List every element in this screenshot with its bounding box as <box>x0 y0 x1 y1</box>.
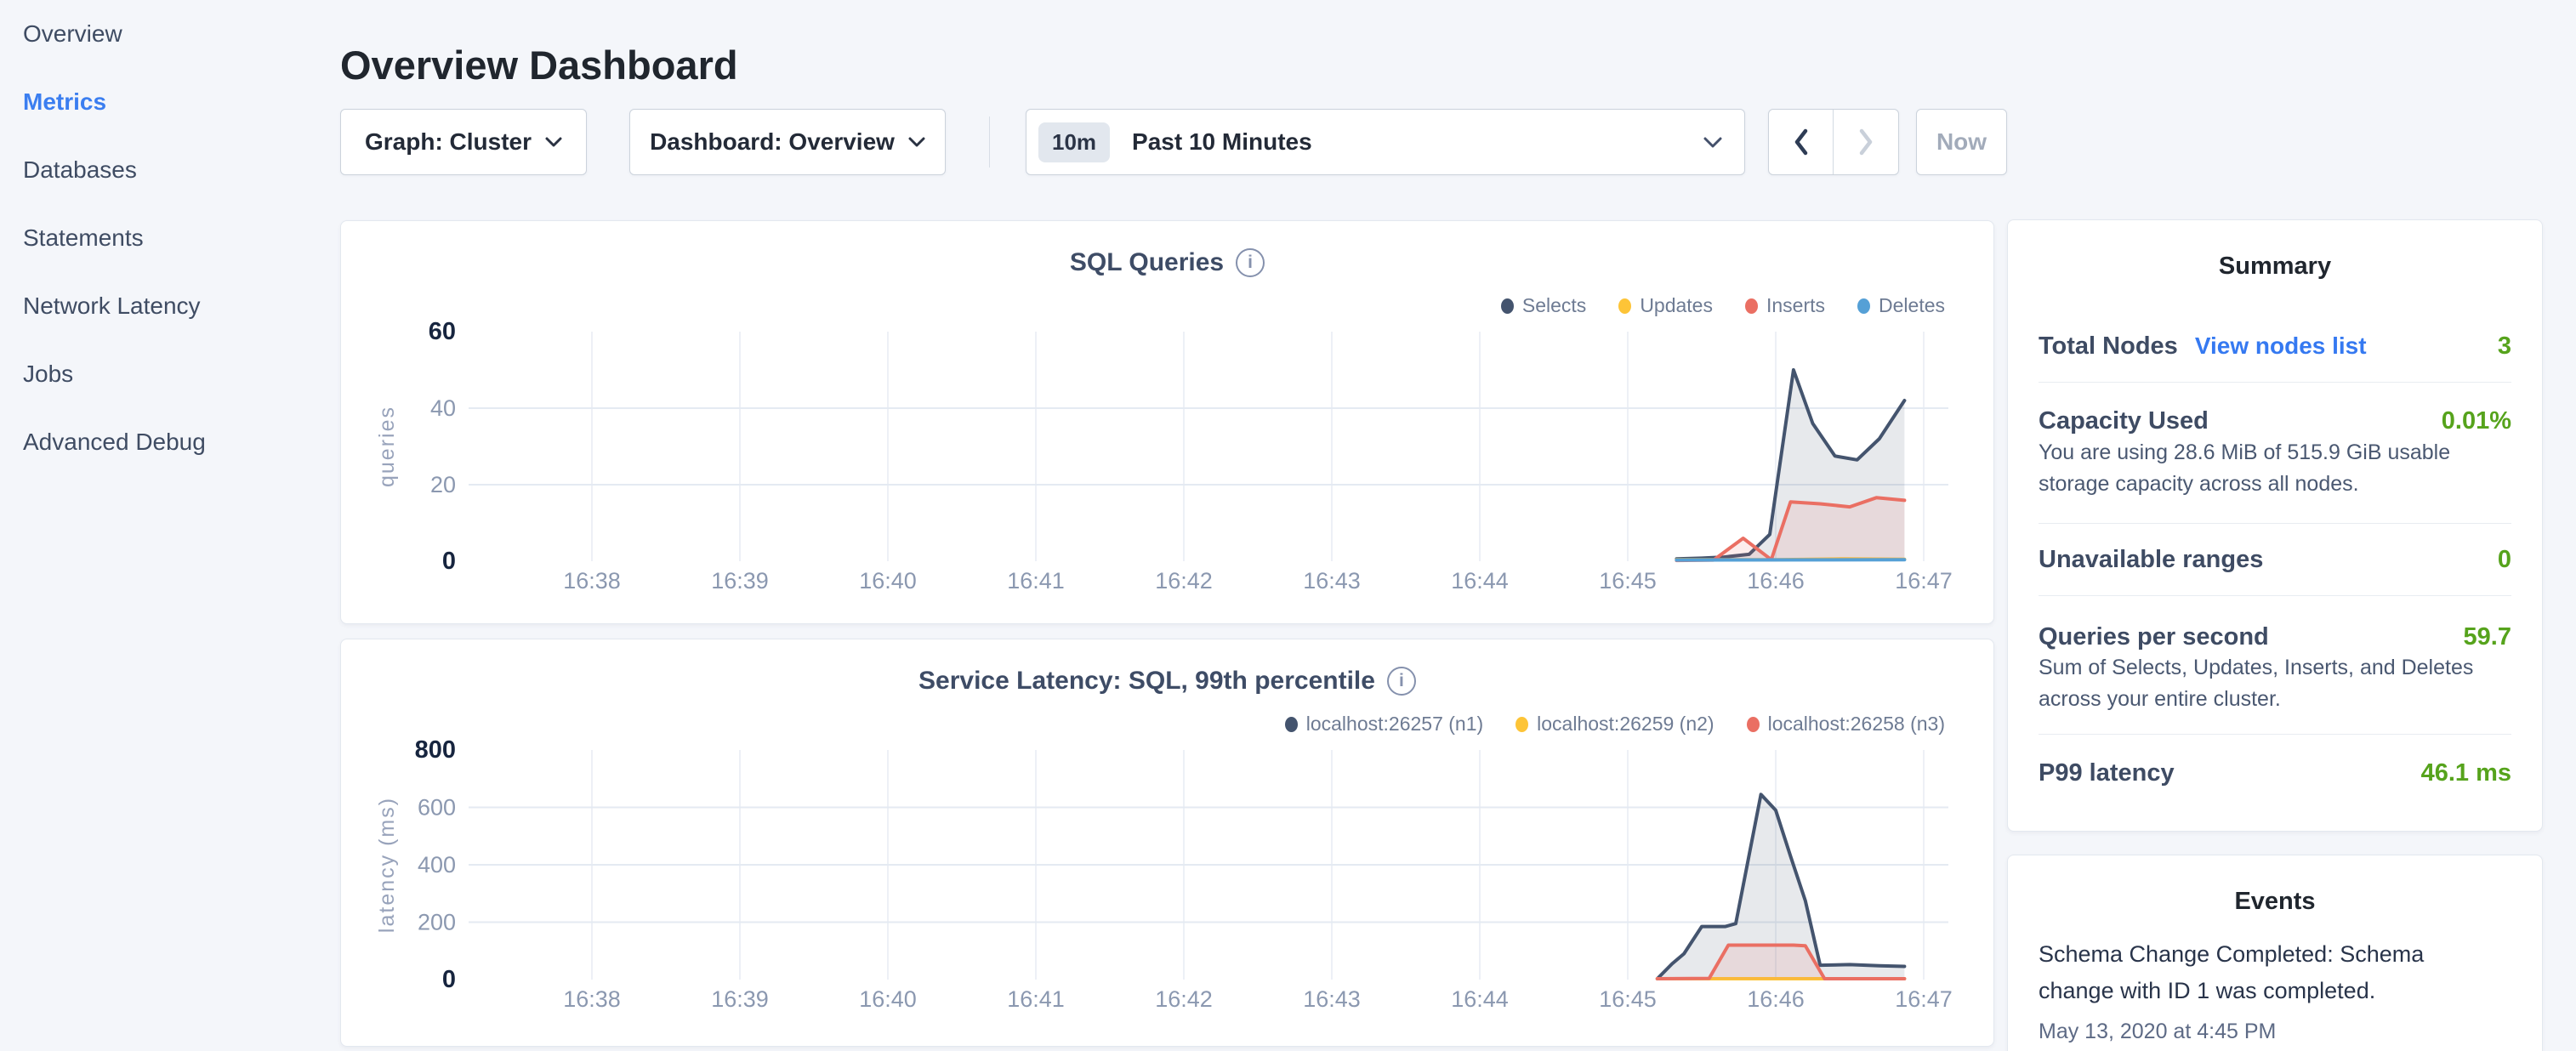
svg-text:16:44: 16:44 <box>1451 568 1509 594</box>
graph-scope-label: Graph: Cluster <box>365 128 532 156</box>
sidebar-item-network-latency[interactable]: Network Latency <box>23 272 340 340</box>
divider <box>2039 734 2511 735</box>
svg-text:16:45: 16:45 <box>1599 568 1657 594</box>
controls-divider <box>989 116 990 168</box>
svg-text:16:46: 16:46 <box>1747 568 1805 594</box>
controls-bar: Graph: Cluster Dashboard: Overview 10m P… <box>0 109 2576 175</box>
summary-row-label: Capacity Used <box>2039 407 2209 435</box>
events-panel: Events Schema Change Completed: Schema c… <box>2007 855 2543 1051</box>
chevron-left-icon <box>1794 128 1809 156</box>
svg-text:200: 200 <box>418 910 456 935</box>
time-range-dropdown[interactable]: 10m Past 10 Minutes <box>1026 109 1745 175</box>
event-message[interactable]: Schema Change Completed: Schema change w… <box>2039 936 2447 1009</box>
time-range-label: Past 10 Minutes <box>1132 128 1703 156</box>
svg-text:16:41: 16:41 <box>1007 568 1065 594</box>
divider <box>2039 523 2511 524</box>
svg-text:0: 0 <box>442 548 456 575</box>
summary-row-label: Unavailable ranges <box>2039 546 2263 574</box>
summary-row-value: 0.01% <box>2442 407 2511 435</box>
svg-text:20: 20 <box>430 472 456 497</box>
summary-row-value: 0 <box>2498 546 2511 574</box>
summary-panel: Summary Total Nodes View nodes list 3 Ca… <box>2007 219 2543 832</box>
chevron-down-icon <box>908 137 925 147</box>
svg-text:16:42: 16:42 <box>1155 568 1213 594</box>
graph-scope-dropdown[interactable]: Graph: Cluster <box>340 109 587 175</box>
metrics-dashboard-page: Overview Metrics Databases Statements Ne… <box>0 0 2576 1051</box>
svg-text:40: 40 <box>430 395 456 421</box>
svg-text:400: 400 <box>418 852 456 878</box>
svg-text:16:44: 16:44 <box>1451 986 1509 1012</box>
now-button[interactable]: Now <box>1916 109 2007 175</box>
svg-text:0: 0 <box>442 966 456 993</box>
chevron-down-icon <box>1703 137 1722 148</box>
summary-row-value: 46.1 ms <box>2421 759 2511 787</box>
event-timestamp: May 13, 2020 at 4:45 PM <box>2039 1020 2276 1044</box>
service-latency-chart: 16:38 16:39 16:40 16:41 16:42 16:43 16:44 16:45… <box>341 639 1995 1048</box>
svg-text:60: 60 <box>429 318 456 345</box>
svg-text:queries: queries <box>375 406 399 487</box>
svg-text:16:41: 16:41 <box>1007 986 1065 1012</box>
svg-text:16:39: 16:39 <box>711 986 769 1012</box>
next-time-window-button[interactable] <box>1834 110 1898 174</box>
svg-text:16:45: 16:45 <box>1599 986 1657 1012</box>
svg-text:600: 600 <box>418 795 456 821</box>
summary-row-label: Queries per second <box>2039 623 2269 651</box>
sidebar-item-advanced-debug[interactable]: Advanced Debug <box>23 408 340 476</box>
divider <box>2039 382 2511 383</box>
svg-text:800: 800 <box>415 736 456 764</box>
time-window-arrows <box>1768 109 1899 175</box>
svg-text:16:46: 16:46 <box>1747 986 1805 1012</box>
page-title: Overview Dashboard <box>340 42 738 88</box>
summary-row-label: P99 latency <box>2039 759 2175 787</box>
sidebar-item-jobs[interactable]: Jobs <box>23 340 340 408</box>
svg-text:latency (ms): latency (ms) <box>375 797 399 933</box>
summary-row-value: 59.7 <box>2464 623 2511 651</box>
now-button-label: Now <box>1936 128 1987 156</box>
svg-text:16:47: 16:47 <box>1895 986 1953 1012</box>
chevron-down-icon <box>545 137 562 147</box>
sql-queries-chart: 16:38 16:39 16:40 16:41 16:42 16:43 16:44 16:45… <box>341 221 1995 625</box>
summary-row-p99-latency: P99 latency 46.1 ms <box>2039 749 2511 797</box>
svg-text:16:39: 16:39 <box>711 568 769 594</box>
sidebar-item-statements[interactable]: Statements <box>23 204 340 272</box>
summary-row-total-nodes: Total Nodes View nodes list 3 <box>2039 322 2511 370</box>
chevron-right-icon <box>1858 128 1874 156</box>
svg-text:16:43: 16:43 <box>1303 986 1361 1012</box>
service-latency-chart-card: Service Latency: SQL, 99th percentile i … <box>340 639 1994 1047</box>
sql-queries-chart-card: SQL Queries i SelectsUpdatesInsertsDelet… <box>340 220 1994 624</box>
previous-time-window-button[interactable] <box>1769 110 1834 174</box>
summary-title: Summary <box>2008 253 2542 281</box>
svg-text:16:40: 16:40 <box>859 986 917 1012</box>
svg-text:16:42: 16:42 <box>1155 986 1213 1012</box>
dashboard-label: Dashboard: Overview <box>650 128 895 156</box>
summary-row-unavailable-ranges: Unavailable ranges 0 <box>2039 536 2511 583</box>
svg-text:16:43: 16:43 <box>1303 568 1361 594</box>
svg-text:16:40: 16:40 <box>859 568 917 594</box>
divider <box>2039 595 2511 596</box>
summary-row-value: 3 <box>2498 332 2511 361</box>
sidebar-item-overview[interactable]: Overview <box>23 0 340 68</box>
events-title: Events <box>2008 888 2542 916</box>
summary-row-label: Total Nodes <box>2039 332 2178 361</box>
svg-text:16:47: 16:47 <box>1895 568 1953 594</box>
summary-row-description: You are using 28.6 MiB of 515.9 GiB usab… <box>2039 437 2502 500</box>
time-range-badge: 10m <box>1038 122 1110 162</box>
view-nodes-list-link[interactable]: View nodes list <box>2195 332 2367 360</box>
summary-row-description: Sum of Selects, Updates, Inserts, and De… <box>2039 652 2502 715</box>
svg-text:16:38: 16:38 <box>563 568 621 594</box>
svg-text:16:38: 16:38 <box>563 986 621 1012</box>
dashboard-dropdown[interactable]: Dashboard: Overview <box>629 109 946 175</box>
